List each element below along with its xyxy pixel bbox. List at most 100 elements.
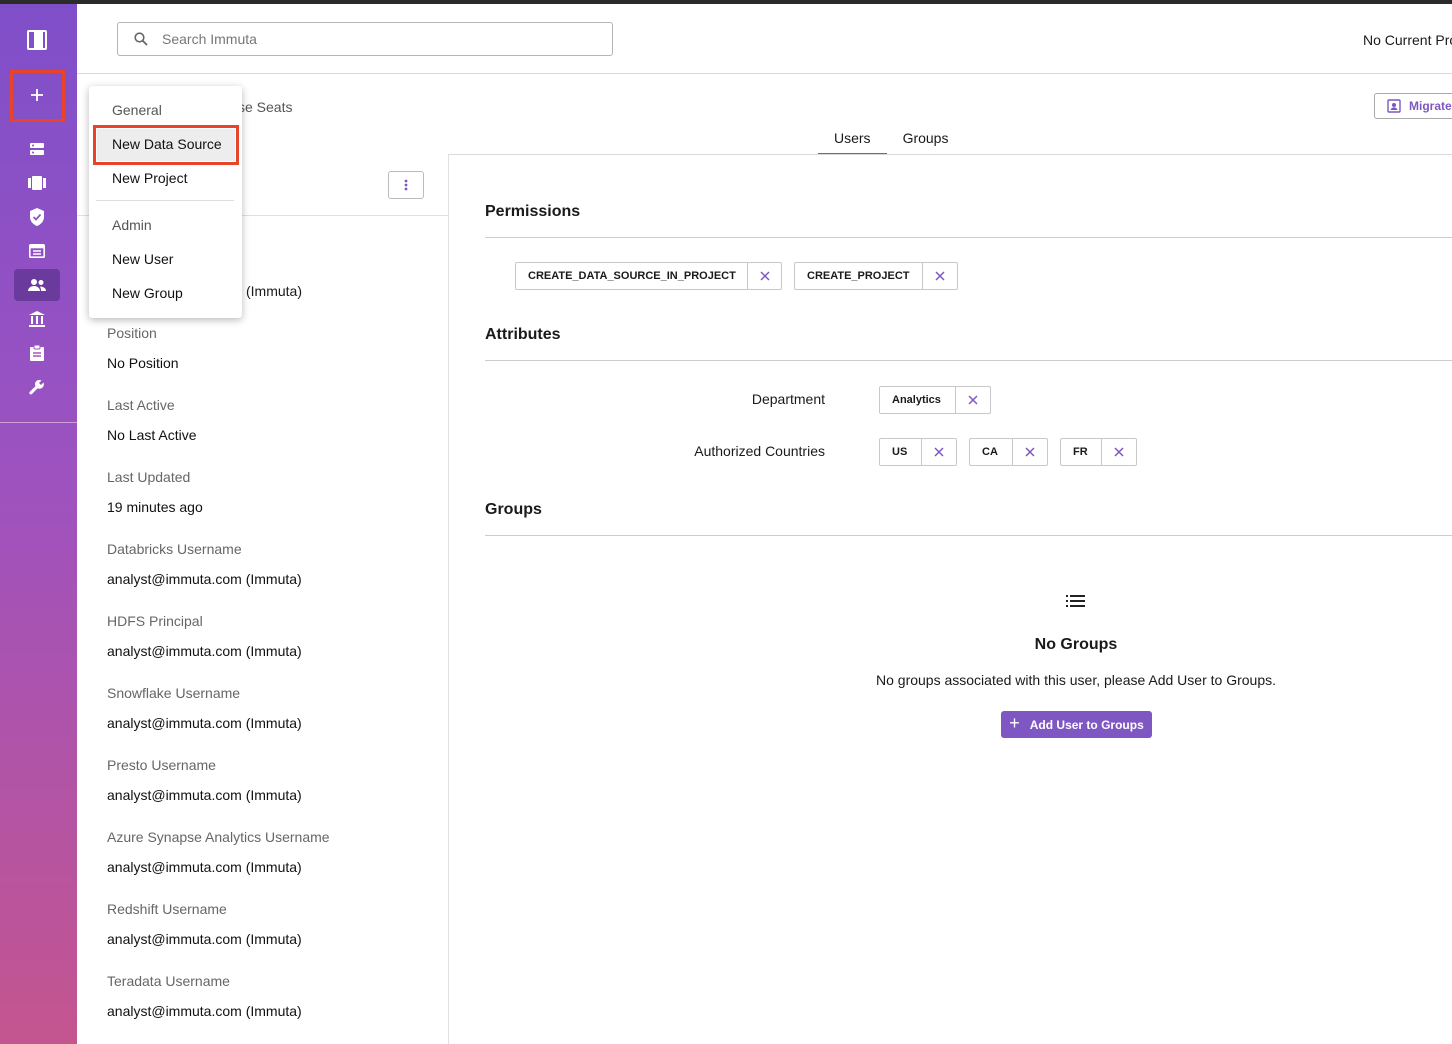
current-project-selector[interactable]: No Current Project: [1363, 32, 1452, 48]
groups-divider: [485, 535, 1452, 536]
field-value: analyst@immuta.com (Immuta): [107, 571, 302, 587]
tabs-divider: [448, 154, 1452, 155]
empty-state-title: No Groups: [1034, 636, 1118, 653]
field-label: Databricks Username: [107, 541, 242, 557]
sidebar-divider: [0, 422, 77, 423]
field-value: No Last Active: [107, 427, 197, 443]
license-seats-label: se Seats: [238, 99, 293, 115]
field-value: analyst@immuta.com (Immuta): [107, 715, 302, 731]
policies-icon: [30, 208, 44, 226]
close-icon: [1025, 447, 1035, 457]
migrate-button[interactable]: Migrate: [1374, 93, 1452, 119]
remove-attribute-button[interactable]: [1101, 439, 1136, 465]
attribute-value-chip: FR: [1060, 438, 1137, 466]
permission-chip: CREATE_PROJECT: [794, 262, 958, 290]
field-label: Teradata Username: [107, 973, 230, 989]
sidebar-item-app-settings[interactable]: [14, 371, 60, 403]
more-vertical-icon: [404, 179, 408, 191]
field-databricks-username: Databricks Username analyst@immuta.com (…: [107, 541, 302, 587]
remove-attribute-button[interactable]: [921, 439, 956, 465]
permissions-title: Permissions: [485, 203, 581, 220]
plus-icon: [31, 89, 43, 101]
chip-label: CREATE_PROJECT: [807, 270, 910, 282]
sidebar-item-people[interactable]: [14, 269, 60, 301]
sidebar-item-audit[interactable]: [14, 337, 60, 369]
attribute-value-chip: US: [879, 438, 957, 466]
field-last-active: Last Active No Last Active: [107, 397, 197, 443]
plus-icon: +: [1009, 713, 1020, 733]
people-icon: [28, 279, 46, 291]
field-hdfs-principal: HDFS Principal analyst@immuta.com (Immut…: [107, 613, 302, 659]
chip-label: CA: [982, 446, 998, 458]
field-position: Position No Position: [107, 325, 179, 371]
migrate-icon: [1387, 99, 1401, 113]
field-label: HDFS Principal: [107, 613, 203, 629]
add-user-to-groups-button[interactable]: + Add User to Groups: [1001, 711, 1152, 738]
menu-divider: [96, 200, 234, 201]
data-sources-icon: [30, 143, 44, 155]
close-icon: [759, 271, 770, 281]
user-identity-value: (Immuta): [246, 283, 302, 299]
remove-permission-button[interactable]: [921, 263, 958, 289]
search-box[interactable]: [117, 22, 613, 56]
field-last-updated: Last Updated 19 minutes ago: [107, 469, 203, 515]
remove-attribute-button[interactable]: [1012, 439, 1047, 465]
attribute-label-authorized-countries: Authorized Countries: [694, 443, 825, 459]
field-label: Presto Username: [107, 757, 216, 773]
sidebar-item-policies[interactable]: [14, 201, 60, 233]
search-input[interactable]: [162, 31, 582, 47]
tab-bar: Users Groups: [818, 124, 964, 155]
search-icon: [134, 32, 148, 46]
more-actions-button[interactable]: [388, 171, 424, 199]
field-value: analyst@immuta.com (Immuta): [107, 859, 302, 875]
sidebar-item-governance[interactable]: [14, 303, 60, 335]
chip-label: CREATE_DATA_SOURCE_IN_PROJECT: [528, 270, 736, 282]
sidebar-item-data-sources[interactable]: [14, 133, 60, 165]
add-user-to-groups-label: Add User to Groups: [1029, 717, 1144, 732]
menu-item-new-user[interactable]: New User: [112, 251, 173, 267]
field-presto-username: Presto Username analyst@immuta.com (Immu…: [107, 757, 302, 803]
attribute-label-department: Department: [751, 391, 825, 407]
empty-state-description: No groups associated with this user, ple…: [876, 672, 1276, 688]
menu-item-new-project[interactable]: New Project: [112, 170, 187, 186]
add-button[interactable]: [14, 76, 60, 114]
chip-label: US: [892, 446, 908, 458]
permissions-divider: [485, 237, 1452, 238]
field-value: analyst@immuta.com (Immuta): [107, 787, 302, 803]
attribute-value-chip: Analytics: [879, 386, 991, 414]
field-teradata-username: Teradata Username analyst@immuta.com (Im…: [107, 973, 302, 1019]
field-label: Azure Synapse Analytics Username: [107, 829, 330, 845]
field-label: Last Active: [107, 397, 175, 413]
close-icon: [934, 447, 944, 457]
field-label: Snowflake Username: [107, 685, 241, 701]
permission-chip: CREATE_DATA_SOURCE_IN_PROJECT: [515, 262, 782, 290]
list-icon: [1066, 595, 1085, 607]
tab-users[interactable]: Users: [818, 124, 887, 155]
menu-header-admin: Admin: [112, 217, 152, 233]
close-icon: [968, 395, 978, 405]
governance-icon: [29, 311, 45, 327]
top-bar: No Current Project: [77, 4, 1452, 74]
sidebar-item-query-editor[interactable]: [14, 235, 60, 267]
remove-attribute-button[interactable]: [954, 387, 990, 413]
groups-title: Groups: [485, 501, 542, 518]
field-value: analyst@immuta.com (Immuta): [107, 643, 302, 659]
menu-item-new-data-source[interactable]: New Data Source: [112, 136, 222, 152]
field-label: Position: [107, 325, 157, 341]
attributes-title: Attributes: [485, 326, 561, 343]
create-menu: General New Data Source New Project Admi…: [89, 86, 242, 318]
tab-groups[interactable]: Groups: [887, 124, 965, 155]
attribute-value-chip: CA: [969, 438, 1048, 466]
close-icon: [1114, 447, 1124, 457]
field-label: Last Updated: [107, 469, 191, 485]
window-top-border: [0, 0, 1452, 4]
menu-item-new-group[interactable]: New Group: [112, 285, 183, 301]
field-azure-synapse-username: Azure Synapse Analytics Username analyst…: [107, 829, 330, 875]
field-value: analyst@immuta.com (Immuta): [107, 1003, 302, 1019]
field-value: analyst@immuta.com (Immuta): [107, 931, 302, 947]
remove-permission-button[interactable]: [747, 263, 781, 289]
immuta-logo-icon[interactable]: [27, 30, 47, 50]
field-value: 19 minutes ago: [107, 499, 203, 515]
field-redshift-username: Redshift Username analyst@immuta.com (Im…: [107, 901, 302, 947]
sidebar-item-projects[interactable]: [14, 167, 60, 199]
